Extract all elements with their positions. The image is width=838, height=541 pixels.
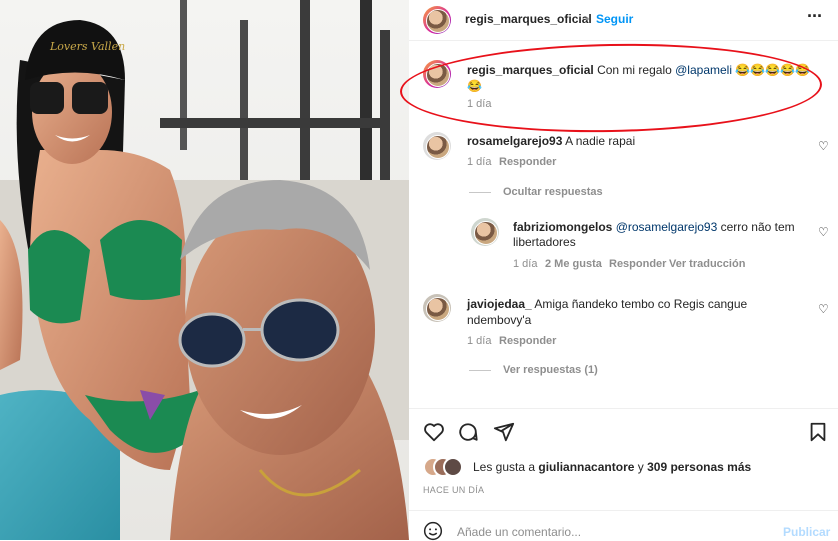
reply-time: 1 día (513, 258, 538, 270)
comment-3-text: javiojedaa_ Amiga ñandeko tembo co Regis… (467, 296, 797, 328)
likes-count[interactable]: 309 personas más (647, 460, 751, 474)
author-avatar[interactable] (423, 6, 451, 34)
caption-emojis: 😂😂😂😂😂 (735, 63, 811, 77)
comment-1-text: rosamelgarejo93 A nadie rapai (467, 134, 635, 148)
replies-divider (469, 191, 491, 193)
comment-body: A nadie rapai (565, 134, 636, 148)
caption-time: 1 día (467, 98, 492, 110)
heart-outline-icon[interactable]: ♡ (818, 225, 829, 239)
post-header: regis_marques_oficial • Seguir ··· (409, 0, 838, 41)
translate-button[interactable]: Ver traducción (669, 258, 745, 270)
liker-avatar[interactable] (443, 457, 463, 477)
comment-username[interactable]: rosamelgarejo93 (467, 134, 562, 148)
post-photo[interactable]: Lovers Vallen (0, 0, 409, 540)
add-comment-bar: Añade un comentario... Publicar (409, 510, 838, 541)
reply-body-2: libertadores (513, 235, 576, 249)
caption-username[interactable]: regis_marques_oficial (467, 63, 594, 77)
bookmark-icon[interactable] (807, 421, 829, 443)
caption-mention[interactable]: @lapameli (675, 63, 732, 77)
caption-emojis-2: 😂 (467, 79, 482, 93)
caption-body: Con mi regalo (597, 63, 672, 77)
reply-username[interactable]: fabriziomongelos (513, 220, 612, 234)
view-replies-label: Ver respuestas (1) (503, 364, 598, 376)
reply-likes[interactable]: 2 Me gusta (545, 258, 602, 270)
more-horizontal-icon[interactable]: ··· (807, 6, 823, 27)
comment-avatar[interactable] (423, 132, 451, 160)
publish-button[interactable]: Publicar (783, 525, 830, 539)
reply-reply-button[interactable]: Responder (609, 258, 666, 270)
photo-illustration: Lovers Vallen (0, 0, 409, 540)
emoji-icon[interactable] (423, 521, 443, 541)
comment-body: Amiga ñandeko tembo co Regis cangue (534, 297, 748, 311)
replies-divider (469, 369, 491, 371)
reply-body: cerro não tem (720, 220, 795, 234)
likes-prefix: Les gusta a (473, 460, 536, 474)
hide-replies-button[interactable]: Ocultar respuestas (469, 186, 603, 198)
caption-avatar[interactable] (423, 60, 451, 88)
heart-outline-icon[interactable]: ♡ (818, 139, 829, 153)
comment-body-2: ndembovy'a (467, 313, 532, 327)
likes-summary: Les gusta a giuliannacantore y 309 perso… (473, 460, 751, 474)
reply-text: fabriziomongelos @rosamelgarejo93 cerro … (513, 220, 803, 250)
comment-icon[interactable] (457, 421, 479, 443)
instagram-post-view: Lovers Vallen regis_marques_oficial • Se… (0, 0, 838, 541)
reply-avatar[interactable] (471, 218, 499, 246)
post-sidebar: regis_marques_oficial • Seguir ··· regis… (399, 0, 838, 541)
heart-outline-icon[interactable]: ♡ (818, 302, 829, 316)
author-username[interactable]: regis_marques_oficial (465, 12, 592, 26)
reply-mention[interactable]: @rosamelgarejo93 (616, 220, 718, 234)
view-replies-button[interactable]: Ver respuestas (1) (469, 364, 598, 376)
caption-text: regis_marques_oficial Con mi regalo @lap… (467, 62, 827, 94)
follow-button[interactable]: Seguir (596, 12, 633, 26)
post-timestamp: HACE UN DÍA (423, 485, 485, 495)
likes-conj: y (637, 460, 644, 474)
comment-username[interactable]: javiojedaa_ (467, 297, 532, 311)
reply-button[interactable]: Responder (499, 335, 556, 347)
comment-time: 1 día (467, 156, 492, 168)
cap-logo: Lovers Vallen (49, 40, 125, 53)
comment-time: 1 día (467, 335, 492, 347)
hide-replies-label: Ocultar respuestas (503, 186, 603, 198)
likes-user[interactable]: giuliannacantore (538, 460, 634, 474)
dot-separator: • (585, 12, 590, 26)
reply-button[interactable]: Responder (499, 156, 556, 168)
comment-input[interactable]: Añade un comentario... (457, 525, 581, 539)
heart-icon[interactable] (423, 421, 445, 443)
share-icon[interactable] (493, 421, 515, 443)
comment-avatar[interactable] (423, 294, 451, 322)
